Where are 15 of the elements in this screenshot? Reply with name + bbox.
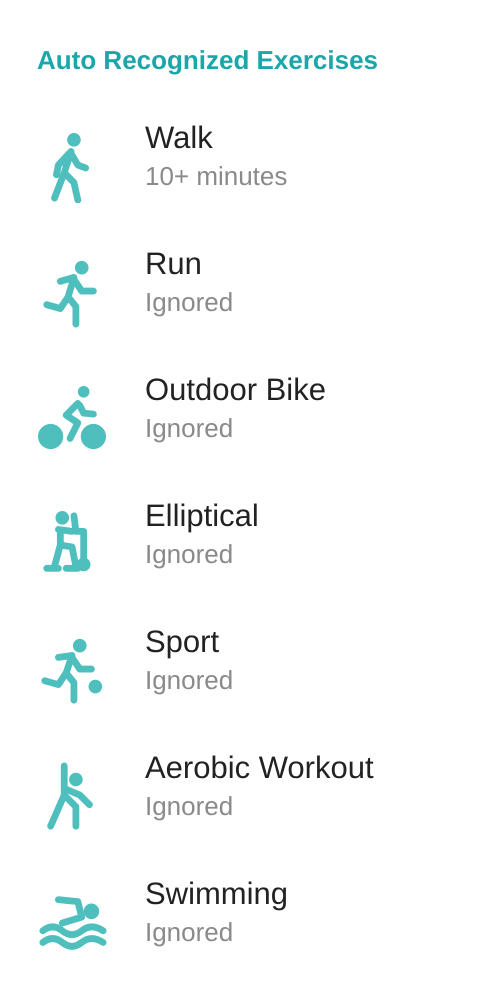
exercise-name: Aerobic Workout [145, 749, 374, 787]
exercise-name: Outdoor Bike [145, 371, 326, 409]
exercise-status: Ignored [145, 412, 234, 445]
exercise-status: 10+ minutes [145, 160, 288, 193]
exercise-name: Swimming [145, 875, 288, 913]
exercise-status: Ignored [145, 286, 234, 319]
exercise-name: Sport [145, 623, 220, 661]
exercise-status: Ignored [145, 538, 234, 571]
exercise-status: Ignored [145, 790, 234, 823]
exercise-status: Ignored [145, 664, 234, 697]
exercise-status: Ignored [145, 916, 234, 949]
exercise-name: Walk [145, 119, 214, 157]
exercise-name: Run [145, 245, 203, 283]
exercise-name: Elliptical [145, 497, 259, 535]
section-title: Auto Recognized Exercises [37, 44, 379, 77]
